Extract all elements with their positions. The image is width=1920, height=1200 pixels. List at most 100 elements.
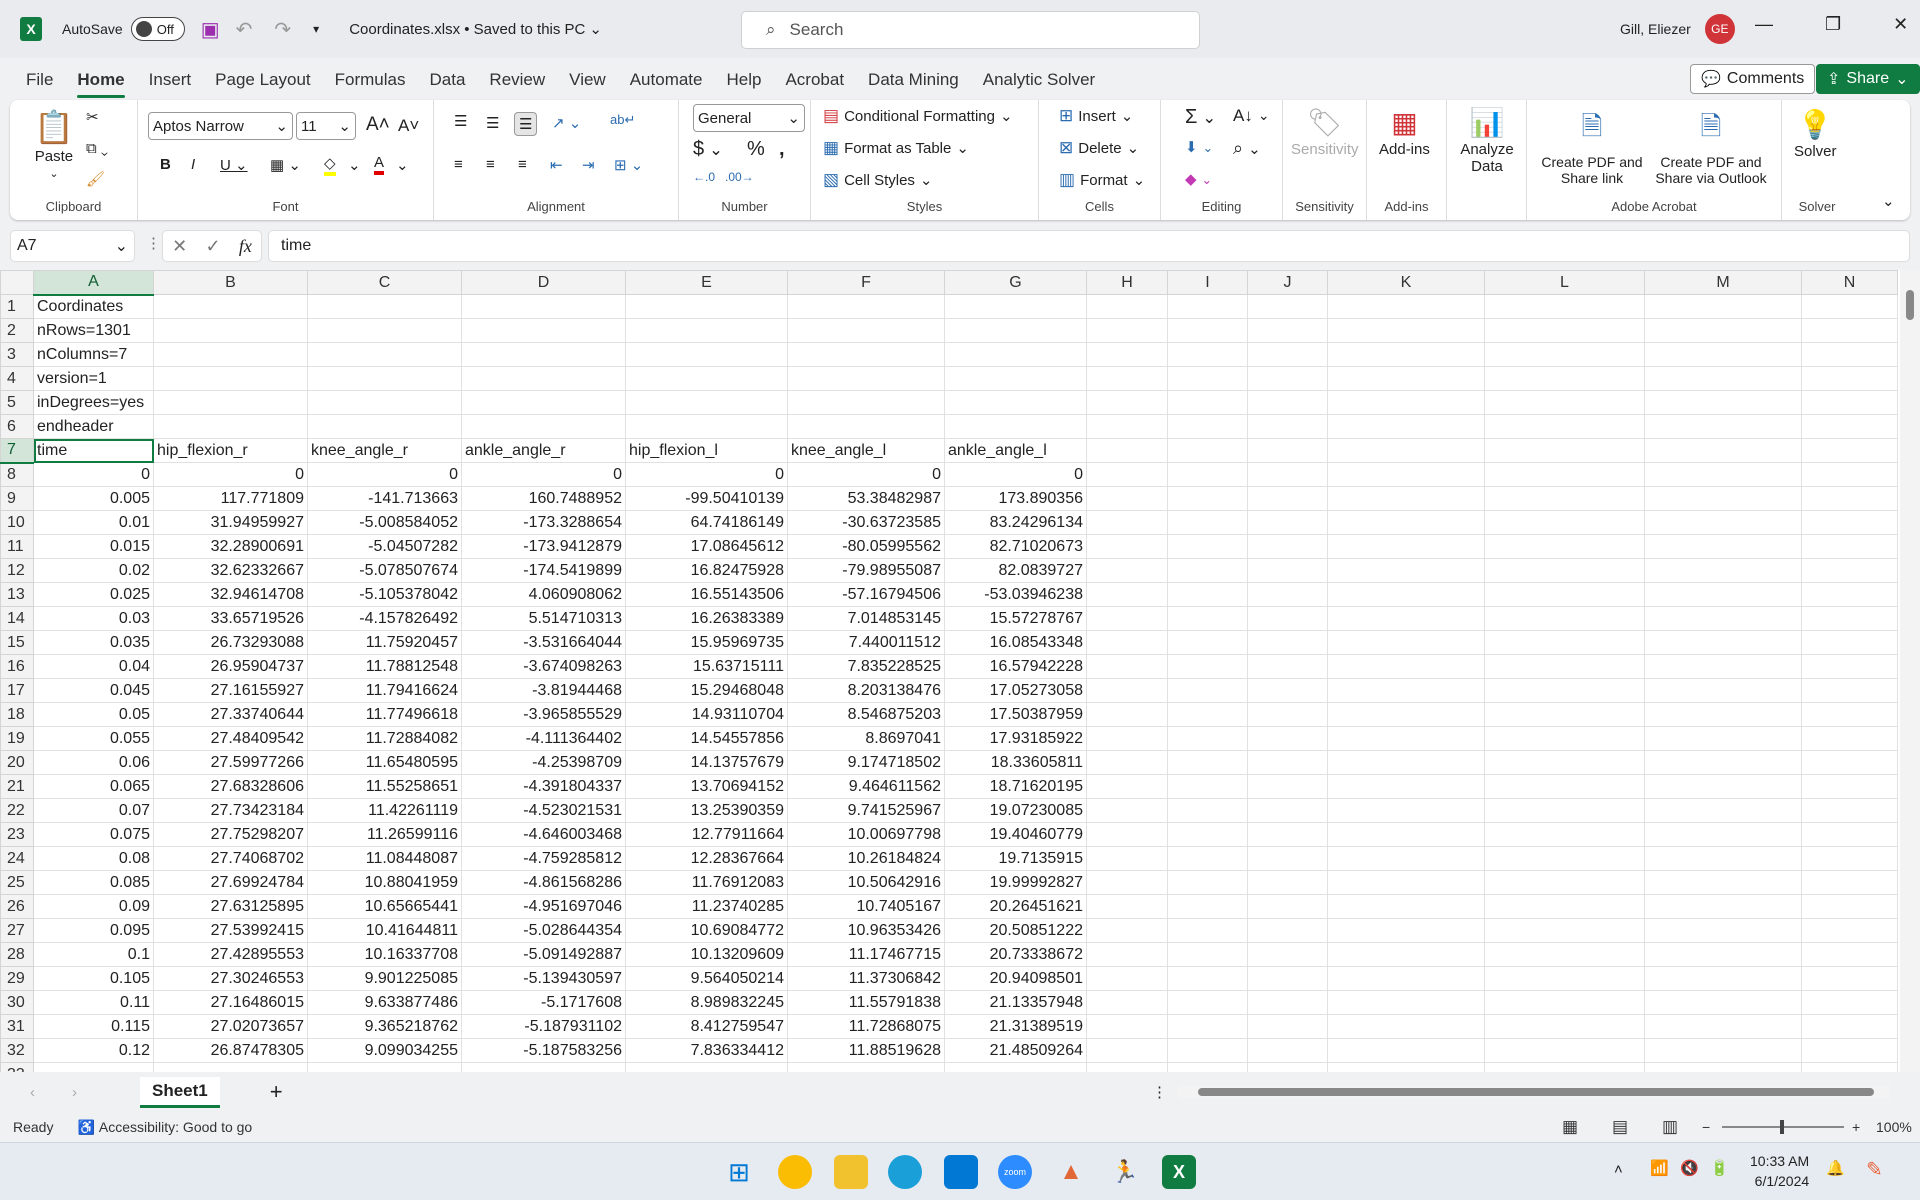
cell-I33[interactable] [1167, 1062, 1248, 1072]
cell-I2[interactable] [1167, 318, 1248, 343]
row-header[interactable]: 23 [0, 822, 34, 847]
cell-F13[interactable]: -57.16794506 [787, 582, 945, 607]
cell-I19[interactable] [1167, 726, 1248, 751]
row-header[interactable]: 25 [0, 870, 34, 895]
row-header[interactable]: 15 [0, 630, 34, 655]
clock[interactable]: 10:33 AM 6/1/2024 [1750, 1151, 1809, 1191]
row-header[interactable]: 29 [0, 966, 34, 991]
cell-M20[interactable] [1644, 750, 1802, 775]
cell-F6[interactable] [787, 414, 945, 439]
cell-H17[interactable] [1086, 678, 1168, 703]
cell-G13[interactable]: -53.03946238 [944, 582, 1087, 607]
cell-A31[interactable]: 0.115 [33, 1014, 154, 1039]
cell-K33[interactable] [1327, 1062, 1485, 1072]
cell-D29[interactable]: -5.139430597 [461, 966, 626, 991]
page-break-view-icon[interactable]: ▥ [1662, 1117, 1678, 1137]
cell-K14[interactable] [1327, 606, 1485, 631]
column-header-K[interactable]: K [1327, 270, 1485, 295]
tab-home[interactable]: Home [65, 62, 136, 98]
find-select-icon[interactable]: ⌕ ⌄ [1233, 138, 1261, 159]
cell-F11[interactable]: -80.05995562 [787, 534, 945, 559]
cell-L2[interactable] [1484, 318, 1645, 343]
cell-J9[interactable] [1247, 486, 1328, 511]
vertical-scroll-thumb[interactable] [1906, 290, 1914, 320]
cell-L30[interactable] [1484, 990, 1645, 1015]
cell-E30[interactable]: 8.989832245 [625, 990, 788, 1015]
align-center-icon[interactable]: ≡ [486, 156, 495, 173]
cell-N2[interactable] [1801, 318, 1898, 343]
borders-icon[interactable]: ▦ ⌄ [270, 156, 301, 174]
cell-E18[interactable]: 14.93110704 [625, 702, 788, 727]
cell-D21[interactable]: -4.391804337 [461, 774, 626, 799]
paste-button[interactable]: 📋 Paste ⌄ [34, 108, 74, 180]
column-header-D[interactable]: D [461, 270, 626, 295]
restore-icon[interactable]: ❐ [1825, 14, 1841, 35]
cell-I15[interactable] [1167, 630, 1248, 655]
cell-K8[interactable] [1327, 462, 1485, 487]
customize-toolbar-icon[interactable]: ▾ [313, 22, 319, 36]
cell-N16[interactable] [1801, 654, 1898, 679]
opensim-icon[interactable]: 🏃 [1108, 1155, 1142, 1189]
pen-icon[interactable]: ✎ [1866, 1157, 1883, 1182]
cell-J7[interactable] [1247, 438, 1328, 463]
cell-G5[interactable] [944, 390, 1087, 415]
row-header[interactable]: 10 [0, 510, 34, 535]
cell-A11[interactable]: 0.015 [33, 534, 154, 559]
cell-E31[interactable]: 8.412759547 [625, 1014, 788, 1039]
cell-K7[interactable] [1327, 438, 1485, 463]
cell-C32[interactable]: 9.099034255 [307, 1038, 462, 1063]
spreadsheet-grid[interactable]: A B C D E F G H I J K L M N 1 Coordinates 2 nRows=1301 3 nC… [0, 270, 1920, 1072]
cell-K32[interactable] [1327, 1038, 1485, 1063]
cell-K30[interactable] [1327, 990, 1485, 1015]
row-header[interactable]: 26 [0, 894, 34, 919]
cell-N9[interactable] [1801, 486, 1898, 511]
cell-J30[interactable] [1247, 990, 1328, 1015]
column-header-G[interactable]: G [944, 270, 1087, 295]
row-header[interactable]: 8 [0, 462, 34, 487]
increase-decimal-icon[interactable]: ←.0 [693, 170, 715, 184]
excel-taskbar-icon[interactable]: X [1162, 1155, 1196, 1189]
cell-F4[interactable] [787, 366, 945, 391]
search-box[interactable]: ⌕ Search [741, 11, 1200, 49]
cell-L25[interactable] [1484, 870, 1645, 895]
more-options-icon[interactable]: ⋮ [146, 234, 161, 252]
cell-C6[interactable] [307, 414, 462, 439]
cell-M32[interactable] [1644, 1038, 1802, 1063]
percent-icon[interactable]: % [747, 138, 765, 161]
cell-M17[interactable] [1644, 678, 1802, 703]
cell-E19[interactable]: 14.54557856 [625, 726, 788, 751]
cell-N20[interactable] [1801, 750, 1898, 775]
cell-M15[interactable] [1644, 630, 1802, 655]
cell-B19[interactable]: 27.48409542 [153, 726, 308, 751]
cell-N19[interactable] [1801, 726, 1898, 751]
cell-F17[interactable]: 8.203138476 [787, 678, 945, 703]
cell-D5[interactable] [461, 390, 626, 415]
cell-G10[interactable]: 83.24296134 [944, 510, 1087, 535]
cell-K2[interactable] [1327, 318, 1485, 343]
cell-J8[interactable] [1247, 462, 1328, 487]
collapse-ribbon-icon[interactable]: ⌄ [1882, 192, 1895, 210]
cell-I5[interactable] [1167, 390, 1248, 415]
cell-C28[interactable]: 10.16337708 [307, 942, 462, 967]
cell-F8[interactable]: 0 [787, 462, 945, 487]
cell-N13[interactable] [1801, 582, 1898, 607]
cell-B15[interactable]: 26.73293088 [153, 630, 308, 655]
cell-I12[interactable] [1167, 558, 1248, 583]
cell-A15[interactable]: 0.035 [33, 630, 154, 655]
cell-G25[interactable]: 19.99992827 [944, 870, 1087, 895]
cell-G19[interactable]: 17.93185922 [944, 726, 1087, 751]
cell-M27[interactable] [1644, 918, 1802, 943]
row-header[interactable]: 14 [0, 606, 34, 631]
cell-L29[interactable] [1484, 966, 1645, 991]
fill-color-icon[interactable]: ◇ [324, 154, 336, 176]
cell-L33[interactable] [1484, 1062, 1645, 1072]
cell-D6[interactable] [461, 414, 626, 439]
increase-font-icon[interactable]: A˄ [366, 114, 390, 136]
cell-I30[interactable] [1167, 990, 1248, 1015]
cell-A13[interactable]: 0.025 [33, 582, 154, 607]
currency-icon[interactable]: $ ⌄ [693, 138, 723, 161]
cell-I3[interactable] [1167, 342, 1248, 367]
row-header[interactable]: 27 [0, 918, 34, 943]
next-sheet-icon[interactable]: › [72, 1084, 77, 1101]
cell-J5[interactable] [1247, 390, 1328, 415]
